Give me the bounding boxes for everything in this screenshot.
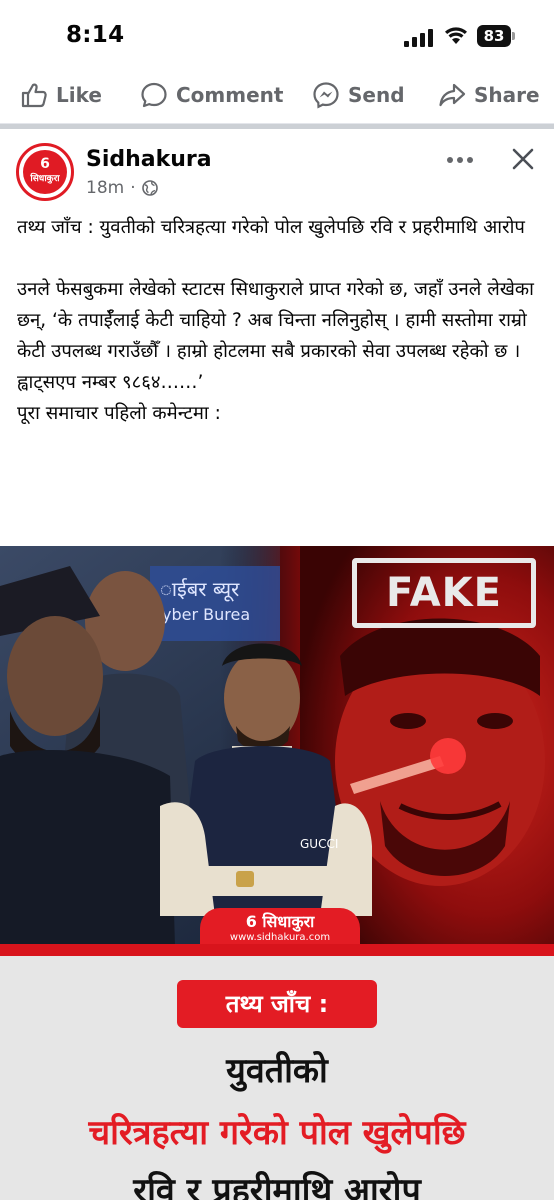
more-options-icon[interactable] xyxy=(446,153,474,167)
image-headline-line-3: रवि र प्रहरीमाथि आरोप xyxy=(133,1171,421,1200)
comment-button[interactable]: Comment xyxy=(140,78,283,112)
post-action-bar: Like Comment Send Share xyxy=(0,70,554,124)
cellular-signal-icon xyxy=(404,29,433,47)
sign-text: ाईबर ब्यूर xyxy=(160,577,240,602)
image-headline-line-2: चरित्रहत्या गरेको पोल खुलेपछि xyxy=(88,1113,466,1153)
avatar-logo-number: 6 xyxy=(40,156,50,172)
page-name-link[interactable]: Sidhakura xyxy=(86,147,212,172)
fact-check-label: तथ्य जाँच : xyxy=(177,980,377,1028)
share-arrow-icon xyxy=(439,83,466,107)
messenger-icon xyxy=(313,82,339,109)
avatar-logo-word: सिधाकुरा xyxy=(30,174,60,184)
fake-stamp: FAKE xyxy=(352,558,536,628)
like-label: Like xyxy=(56,83,102,107)
comment-label: Comment xyxy=(176,83,284,107)
battery-level: 83 xyxy=(477,25,511,47)
globe-icon xyxy=(141,180,158,196)
sidhakura-logo-badge: 6 सिधाकुरा www.sidhakura.com xyxy=(200,908,360,946)
thumbs-up-icon xyxy=(21,83,47,108)
post-body-link-note: पूरा समाचार पहिलाे कमेन्टमा : xyxy=(17,403,221,424)
logo-brand: 6 सिधाकुरा xyxy=(245,912,315,931)
logo-site: www.sidhakura.com xyxy=(229,932,331,943)
battery-icon: 83 xyxy=(477,25,517,47)
like-button[interactable]: Like xyxy=(20,78,102,112)
post-header: 6 सिधाकुरा Sidhakura 18m · xyxy=(0,129,554,205)
send-button[interactable]: Send xyxy=(312,78,405,112)
post-text: तथ्य जाँच : युवतीको चरित्रहत्या गरेको पो… xyxy=(17,212,541,429)
wifi-icon xyxy=(445,27,467,44)
share-button[interactable]: Share xyxy=(438,78,540,112)
jacket-brand-text: GUCCI xyxy=(300,837,338,851)
send-label: Send xyxy=(348,83,405,107)
red-divider-stripe xyxy=(0,944,554,956)
share-label: Share xyxy=(474,83,540,107)
sign-text-english: yber Burea xyxy=(162,605,250,624)
post-meta: 18m · xyxy=(86,178,158,198)
post-image[interactable]: ाईबर ब्यूर yber Burea GUCCI FAKE 6 सिधाक… xyxy=(0,546,554,1200)
meta-separator: · xyxy=(130,178,136,198)
close-icon[interactable] xyxy=(511,147,535,171)
page-avatar[interactable]: 6 सिधाकुरा xyxy=(16,143,74,201)
post-timestamp[interactable]: 18m xyxy=(86,178,124,198)
status-bar: 8:14 83 xyxy=(0,0,554,70)
post-body: उनले फेसबुकमा लेखेको स्टाटस सिधाकुराले प… xyxy=(17,279,534,393)
post-title: तथ्य जाँच : युवतीको चरित्रहत्या गरेको पो… xyxy=(17,217,525,238)
status-time: 8:14 xyxy=(66,22,125,48)
comment-bubble-icon xyxy=(141,82,167,108)
image-headline-line-1: युवतीको xyxy=(226,1051,328,1091)
